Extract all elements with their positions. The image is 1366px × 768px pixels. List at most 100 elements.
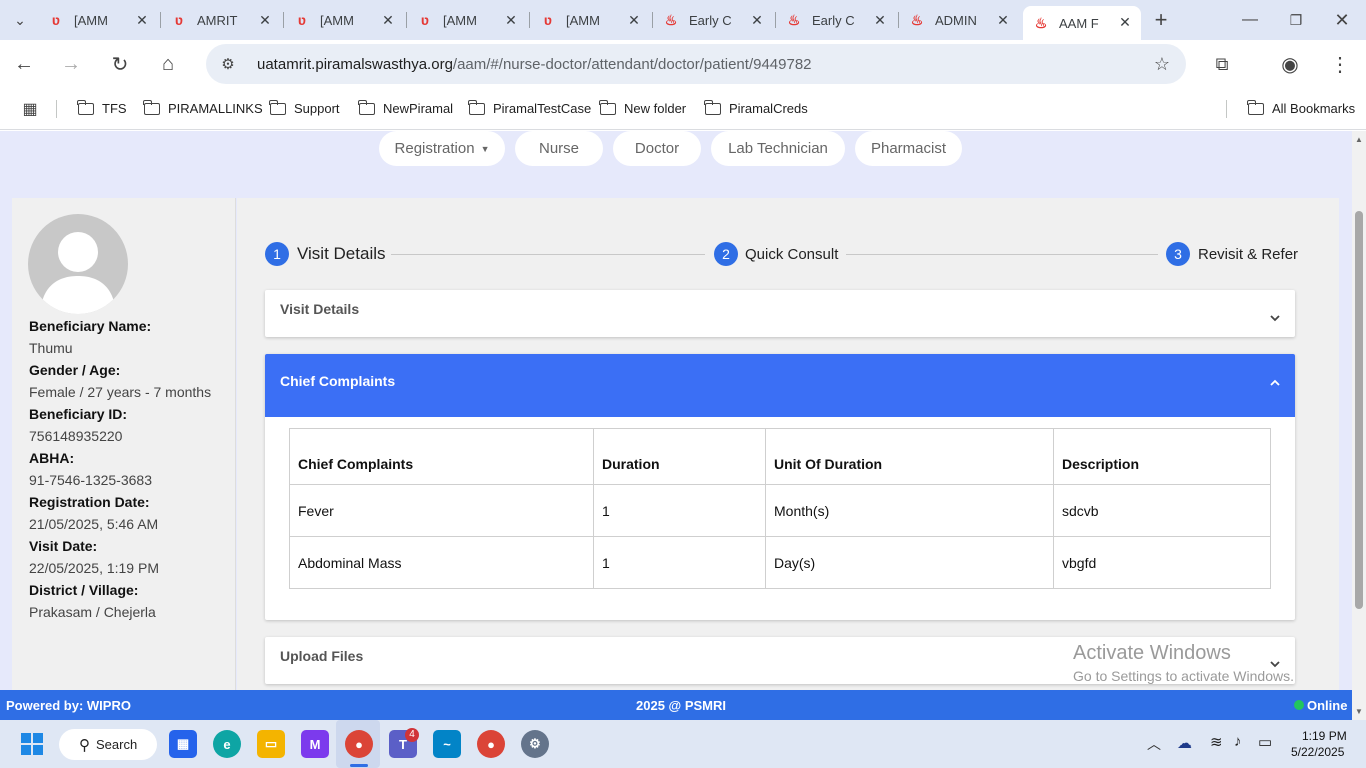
scroll-down-icon[interactable]: ▼ (1355, 707, 1363, 716)
bookmark-piramaltestcase[interactable]: PiramalTestCase (468, 99, 591, 116)
settings-icon[interactable]: ⚙ (521, 730, 549, 758)
volume-icon[interactable]: ♪ (1234, 733, 1242, 750)
beneficiary-id: 756148935220 (29, 428, 123, 444)
step-1-number[interactable]: 1 (265, 242, 289, 266)
minimize-button[interactable]: — (1234, 4, 1266, 36)
chevron-up-icon[interactable] (1269, 377, 1281, 389)
activate-windows-title: Activate Windows (1073, 642, 1231, 664)
unit-cell: Day(s) (765, 536, 1054, 589)
step-3-label[interactable]: Revisit & Refer (1198, 246, 1298, 263)
site-info-icon[interactable]: ⚙ (212, 48, 244, 80)
tab-strip: ⌄ ʋ [AMM ✕ ʋ AMRIT ✕ ʋ [AMM ✕ ʋ [AMM ✕ ʋ… (0, 0, 1366, 40)
copyright: 2025 @ PSMRI (636, 698, 726, 713)
column-header: Chief Complaints (289, 428, 594, 485)
abha-label: ABHA: (29, 450, 75, 466)
chrome-icon[interactable]: ● (345, 730, 373, 758)
bookmark-new-folder[interactable]: New folder (599, 99, 686, 116)
apps-grid-icon[interactable]: ▦ (14, 93, 46, 125)
chevron-down-icon[interactable] (1269, 312, 1281, 324)
chief-complaints-header[interactable]: Chief Complaints (265, 354, 1295, 417)
browser-tab[interactable]: ʋ [AMM ✕ (407, 4, 527, 36)
bookmark-piramallinks[interactable]: PIRAMALLINKS (143, 99, 263, 116)
scroll-thumb[interactable] (1355, 211, 1363, 609)
nav-nurse[interactable]: Nurse (515, 131, 603, 166)
close-tab-icon[interactable]: ✕ (380, 12, 396, 28)
district-village: Prakasam / Chejerla (29, 604, 156, 620)
onedrive-icon[interactable]: ☁ (1177, 734, 1192, 752)
chrome-icon[interactable]: ● (477, 730, 505, 758)
close-tab-icon[interactable]: ✕ (257, 12, 273, 28)
wifi-icon[interactable]: ≋ (1210, 733, 1223, 751)
menu-icon[interactable]: ⋮ (1324, 48, 1356, 80)
bookmark-support[interactable]: Support (269, 99, 340, 116)
close-tab-icon[interactable]: ✕ (1117, 14, 1133, 30)
bookmark-piramalcreds[interactable]: PiramalCreds (704, 99, 808, 116)
close-tab-icon[interactable]: ✕ (749, 12, 765, 28)
column-header: Duration (593, 428, 766, 485)
store-icon[interactable]: ▦ (169, 730, 197, 758)
chief-complaints-title: Chief Complaints (280, 373, 396, 389)
file-explorer-icon[interactable]: ▭ (257, 730, 285, 758)
back-icon[interactable]: ← (8, 48, 40, 80)
browser-tab[interactable]: ʋ [AMM ✕ (284, 4, 404, 36)
clock-time[interactable]: 1:19 PM (1302, 729, 1347, 743)
step-1-label[interactable]: Visit Details (297, 244, 386, 264)
flame-favicon-icon: ♨ (1034, 15, 1048, 31)
url-text[interactable]: uatamrit.piramalswasthya.org/aam/#/nurse… (257, 56, 812, 73)
caret-down-icon: ▼ (480, 143, 490, 154)
bookmark-star-icon[interactable]: ☆ (1146, 48, 1178, 80)
table-row: Abdominal Mass 1 Day(s) vbgfd (289, 536, 1271, 589)
address-bar[interactable]: ⚙ uatamrit.piramalswasthya.org/aam/#/nur… (206, 44, 1186, 84)
browser-tab[interactable]: ♨ Early C ✕ (653, 4, 773, 36)
bookmark-tfs[interactable]: TFS (77, 99, 127, 116)
close-window-button[interactable]: ✕ (1326, 4, 1358, 36)
browser-tab[interactable]: ʋ [AMM ✕ (530, 4, 650, 36)
reload-icon[interactable]: ↻ (104, 48, 136, 80)
extensions-icon[interactable]: ⧉ (1206, 48, 1238, 80)
browser-tab[interactable]: ♨ Early C ✕ (776, 4, 896, 36)
step-2-label[interactable]: Quick Consult (745, 246, 838, 263)
azure-data-studio-icon[interactable]: ~ (433, 730, 461, 758)
forward-icon[interactable]: → (55, 48, 87, 80)
restore-button[interactable]: ❐ (1280, 4, 1312, 36)
tab-search-button[interactable]: ⌄ (4, 4, 36, 36)
app-favicon-icon: ʋ (420, 12, 430, 28)
profile-icon[interactable]: ◉ (1274, 48, 1306, 80)
clock-date[interactable]: 5/22/2025 (1291, 745, 1344, 759)
chevron-up-icon[interactable]: ︿ (1147, 734, 1161, 754)
browser-tab[interactable]: ʋ AMRIT ✕ (161, 4, 281, 36)
close-tab-icon[interactable]: ✕ (134, 12, 150, 28)
app-favicon-icon: ʋ (297, 12, 307, 28)
visit-details-panel[interactable]: Visit Details (265, 290, 1295, 337)
battery-icon[interactable]: ▭ (1258, 733, 1272, 751)
browser-tab[interactable]: ʋ [AMM ✕ (38, 4, 158, 36)
close-tab-icon[interactable]: ✕ (626, 12, 642, 28)
step-2-number[interactable]: 2 (714, 242, 738, 266)
edge-icon[interactable]: e (213, 730, 241, 758)
nav-lab-technician[interactable]: Lab Technician (711, 131, 845, 166)
close-tab-icon[interactable]: ✕ (995, 12, 1011, 28)
description-cell: vbgfd (1053, 536, 1271, 589)
home-icon[interactable]: ⌂ (152, 48, 184, 80)
nav-pharmacist[interactable]: Pharmacist (855, 131, 962, 166)
app-favicon-icon: ʋ (51, 12, 61, 28)
taskbar-search[interactable]: ⚲ Search (59, 729, 157, 760)
m365-icon[interactable]: M (301, 730, 329, 758)
windows-start-icon[interactable] (18, 730, 46, 758)
browser-tab-active[interactable]: ♨ AAM F ✕ (1023, 6, 1141, 40)
page-scrollbar[interactable]: ▲ ▼ (1352, 131, 1366, 720)
registration-date-label: Registration Date: (29, 494, 150, 510)
district-village-label: District / Village: (29, 582, 139, 598)
table-header-row: Chief Complaints Duration Unit Of Durati… (289, 428, 1271, 485)
nav-registration[interactable]: Registration ▼ (379, 131, 505, 166)
step-3-number[interactable]: 3 (1166, 242, 1190, 266)
browser-tab[interactable]: ♨ ADMIN ✕ (899, 4, 1019, 36)
close-tab-icon[interactable]: ✕ (503, 12, 519, 28)
beneficiary-name-label: Beneficiary Name: (29, 318, 152, 334)
new-tab-button[interactable]: + (1145, 4, 1177, 36)
nav-doctor[interactable]: Doctor (613, 131, 701, 166)
close-tab-icon[interactable]: ✕ (872, 12, 888, 28)
scroll-up-icon[interactable]: ▲ (1355, 135, 1363, 144)
bookmark-newpiramal[interactable]: NewPiramal (358, 99, 453, 116)
all-bookmarks[interactable]: All Bookmarks (1247, 99, 1355, 116)
